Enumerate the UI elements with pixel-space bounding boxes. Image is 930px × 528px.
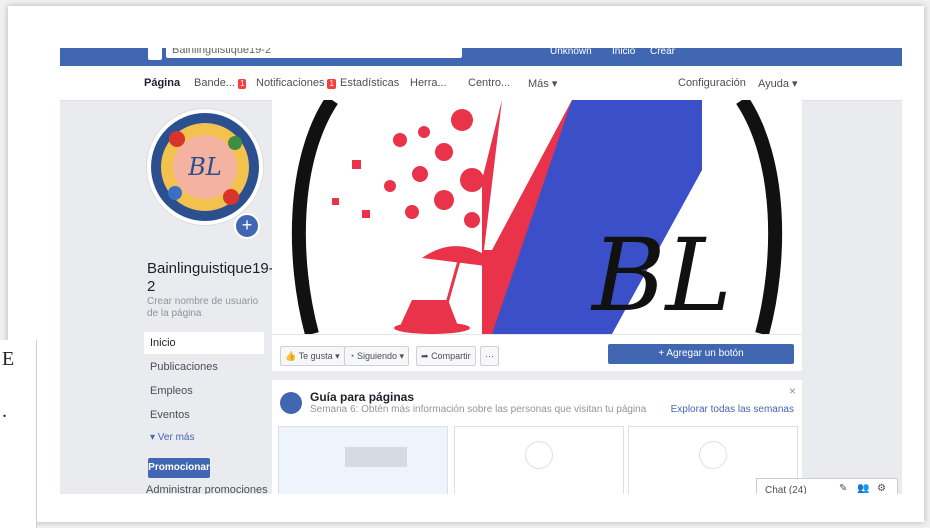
guide-title: Guía para páginas [310, 390, 415, 404]
like-icon: 👍 [285, 351, 297, 361]
cover-photo[interactable]: BL [272, 100, 802, 334]
tab-notificaciones[interactable]: Notificaciones 1 [256, 77, 336, 89]
page-name[interactable]: Bainlinguistique19-2 [147, 260, 274, 296]
search-input[interactable]: Bainlinguistique19-2 [166, 48, 462, 58]
chat-bar[interactable]: Chat (24) ✎ 👥 ⚙ [756, 478, 898, 494]
tab-bandeja-label: Bande... [194, 77, 235, 89]
left-char-e: E [2, 348, 15, 370]
card-illustration [345, 447, 407, 467]
add-button-cta[interactable]: + Agregar un botón [608, 344, 794, 364]
following-button-label: Siguiendo ▾ [356, 351, 405, 361]
tab-notificaciones-label: Notificaciones [256, 77, 325, 89]
tab-herramientas[interactable]: Herra... [410, 77, 447, 89]
explore-weeks-link[interactable]: Explorar todas las semanas [671, 404, 794, 415]
tab-mas[interactable]: Más ▾ [528, 77, 557, 90]
guide-card-2[interactable] [454, 426, 624, 494]
cover-image: BL [272, 100, 802, 334]
create-username-link[interactable]: Crear nombre de usuario de la página [147, 296, 267, 320]
globe-icon [525, 441, 553, 469]
home-link[interactable]: Inicio [612, 48, 635, 57]
following-button[interactable]: ◔ Siguiendo ▾ [344, 346, 410, 366]
left-char-dot: . [2, 400, 7, 422]
user-name-link[interactable]: Unknown [550, 48, 592, 57]
like-button-label: Te gusta ▾ [298, 351, 340, 361]
tab-centro[interactable]: Centro... [468, 77, 510, 89]
guide-card-1[interactable] [278, 426, 448, 494]
share-icon: ➦ [421, 351, 429, 361]
add-photo-button[interactable]: + [234, 213, 260, 239]
profile-avatar[interactable]: BL [146, 108, 264, 226]
bandeja-badge: 1 [237, 79, 247, 89]
avatar-image: BL [151, 113, 259, 221]
manage-promotions-link[interactable]: Administrar promociones [146, 484, 268, 494]
sidebar-item-publicaciones[interactable]: Publicaciones [144, 356, 264, 378]
avatar-logo-text: BL [187, 153, 222, 181]
tab-pagina[interactable]: Página [144, 77, 180, 89]
trend-icon [699, 441, 727, 469]
tab-configuracion[interactable]: Configuración [678, 77, 746, 89]
group-icon[interactable]: 👥 [857, 483, 869, 494]
facebook-page-screenshot: Bainlinguistique19-2 Unknown Inicio Crea… [60, 48, 902, 494]
gear-icon[interactable]: ⚙ [877, 483, 886, 494]
sidebar-item-empleos[interactable]: Empleos [144, 380, 264, 402]
left-cropped-panel: E . [0, 340, 37, 528]
create-link[interactable]: Crear [650, 48, 675, 57]
tab-estadisticas[interactable]: Estadísticas [340, 77, 399, 89]
cover-logo-text: BL [590, 217, 732, 334]
compose-icon[interactable]: ✎ [839, 483, 847, 494]
more-options-button[interactable]: ··· [480, 346, 499, 366]
guide-subtitle: Semana 6: Obtén más información sobre la… [310, 404, 647, 415]
share-button-label: Compartir [431, 351, 471, 361]
rss-icon: ◔ [349, 351, 355, 361]
notificaciones-badge: 1 [327, 79, 336, 89]
top-navigation-bar: Bainlinguistique19-2 Unknown Inicio Crea… [60, 48, 902, 66]
sidebar-item-eventos[interactable]: Eventos [144, 404, 264, 426]
like-button[interactable]: 👍 Te gusta ▾ [280, 346, 345, 366]
sidebar-item-inicio[interactable]: Inicio [144, 332, 264, 354]
see-more-link[interactable]: ▾ Ver más [150, 432, 194, 443]
page-guide-panel: Guía para páginas Semana 6: Obtén más in… [272, 380, 802, 494]
share-button[interactable]: ➦ Compartir [416, 346, 476, 366]
chat-label: Chat (24) [765, 485, 807, 494]
page-navigation-bar: Página Bande... 1 Notificaciones 1 Estadís… [60, 66, 902, 101]
tab-bandeja[interactable]: Bande... 1 [194, 77, 247, 89]
tab-ayuda[interactable]: Ayuda ▾ [758, 77, 798, 90]
graduation-cap-icon [280, 392, 302, 414]
promote-button[interactable]: Promocionar [148, 458, 210, 478]
page-action-bar: 👍 Te gusta ▾ ◔ Siguiendo ▾ ➦ Compartir ·… [272, 334, 802, 371]
facebook-logo-icon[interactable] [148, 48, 162, 60]
close-icon[interactable]: × [789, 384, 796, 398]
